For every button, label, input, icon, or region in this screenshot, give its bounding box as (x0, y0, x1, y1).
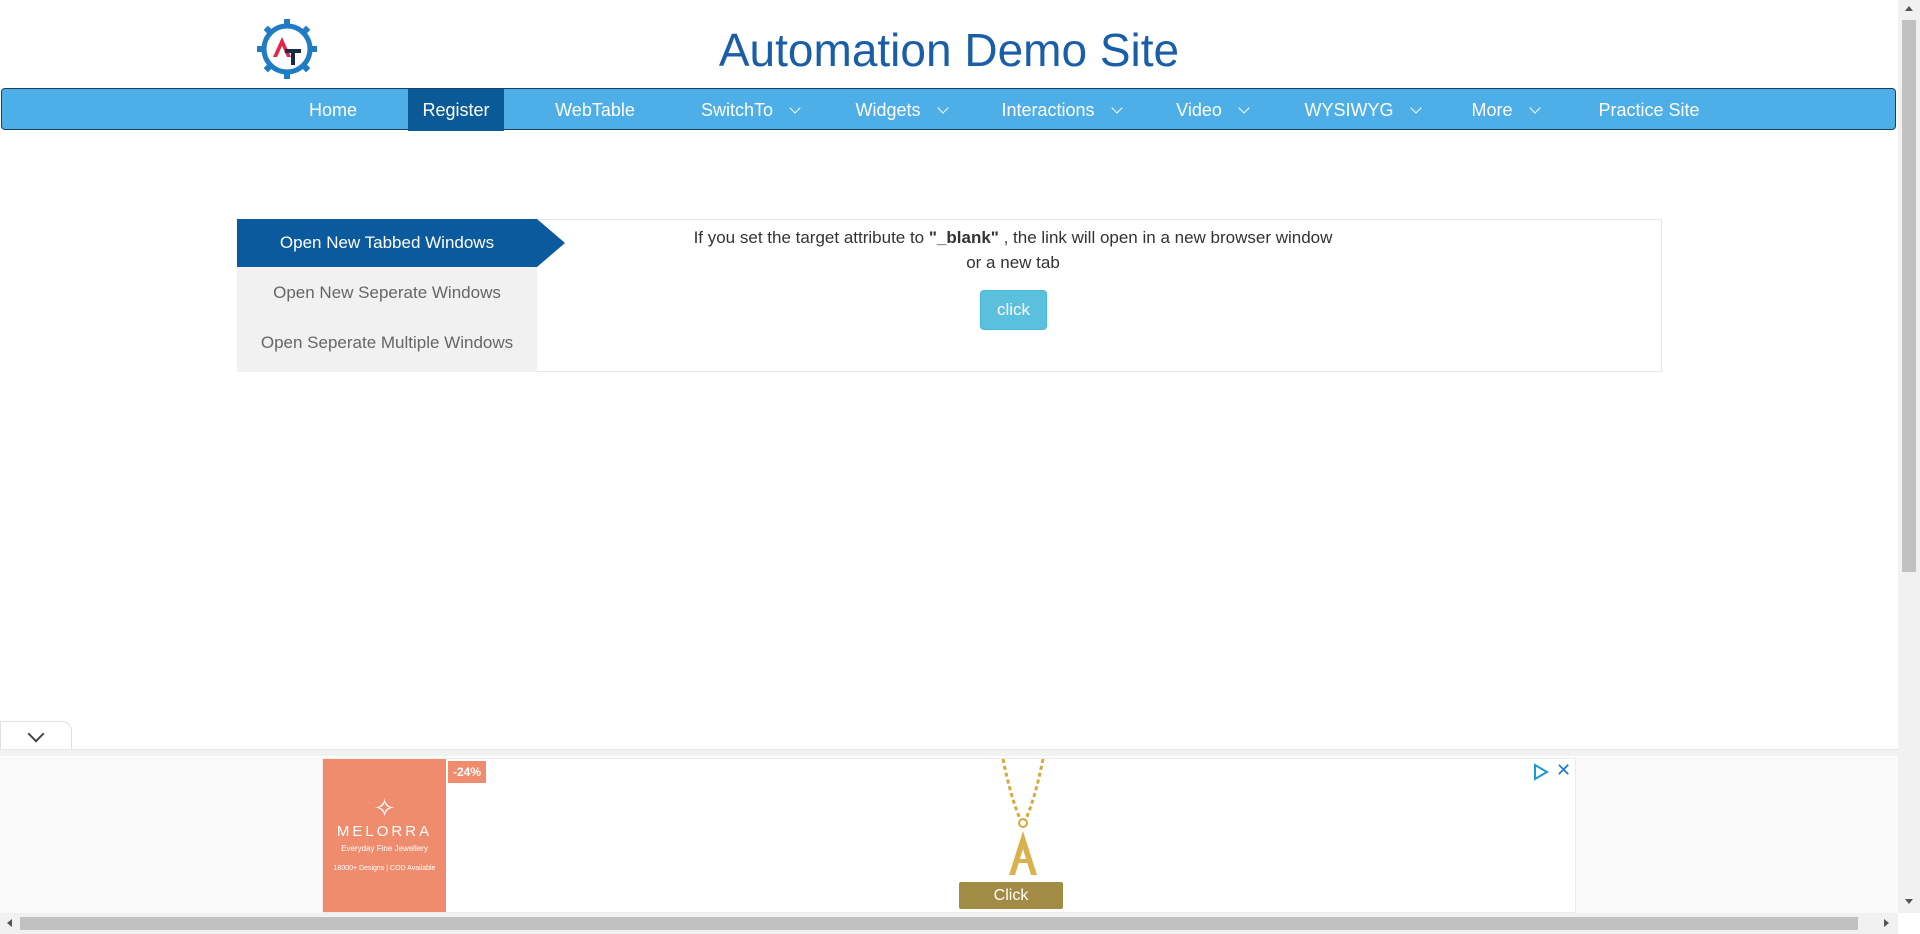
windows-tab-list: Open New Tabbed Windows Open New Seperat… (237, 219, 565, 372)
nav-webtable-label: WebTable (555, 100, 635, 120)
chevron-down-icon (1528, 102, 1541, 114)
adchoices-icon[interactable] (1532, 763, 1550, 781)
ad-brand-panel[interactable]: ✧ MELORRA Everyday Fine Jewellery 18000+… (323, 759, 446, 912)
ad-brand-meta-2: COD Available (390, 865, 436, 872)
nav-webtable[interactable]: WebTable (542, 89, 648, 131)
brand-star-icon: ✧ (373, 793, 396, 823)
ad-brand-meta-1: 18000+ Designs (333, 865, 385, 872)
nav-home[interactable]: Home (290, 89, 376, 131)
site-title: Automation Demo Site (718, 24, 1180, 76)
vertical-scroll-thumb[interactable] (1902, 20, 1916, 572)
nav-switchto-label: SwitchTo (700, 100, 774, 120)
nav-home-label: Home (308, 100, 357, 120)
nav-interactions-label: Interactions (1001, 100, 1095, 120)
page: Automation Demo Site Home Register WebTa… (0, 0, 1898, 913)
ad-brand-meta: 18000+ Designs | COD Available (333, 865, 436, 872)
nav-register-label: Register (422, 100, 490, 120)
horizontal-scroll-thumb[interactable] (20, 917, 1858, 930)
pendant-image-icon[interactable] (983, 759, 1063, 879)
description-suffix: , the link will open in a new browser wi… (998, 228, 1333, 247)
nav-practice-site[interactable]: Practice Site (1585, 89, 1713, 131)
tab-open-seperate-multiple-windows[interactable]: Open Seperate Multiple Windows (237, 319, 537, 367)
main-navbar: Home Register WebTable SwitchTo Widgets … (1, 88, 1896, 131)
horizontal-scrollbar[interactable] (0, 913, 1898, 934)
chevron-down-icon (1238, 102, 1250, 114)
ad-banner[interactable]: ✧ MELORRA Everyday Fine Jewellery 18000+… (322, 758, 1576, 913)
tab-open-new-tabbed-windows[interactable]: Open New Tabbed Windows (237, 219, 565, 267)
chevron-down-icon (789, 102, 801, 114)
nav-video-label: Video (1176, 100, 1222, 120)
close-icon[interactable]: ✕ (1556, 760, 1572, 780)
nav-wysiwyg-label: WYSIWYG (1304, 100, 1394, 120)
nav-video[interactable]: Video (1162, 89, 1262, 131)
description-line-2: or a new tab (966, 253, 1060, 272)
nav-interactions[interactable]: Interactions (988, 89, 1134, 131)
scroll-down-arrow-icon[interactable] (1905, 899, 1913, 904)
nav-register[interactable]: Register (408, 89, 504, 131)
scroll-left-arrow-icon[interactable] (7, 919, 12, 927)
chevron-down-icon (1110, 102, 1123, 114)
chevron-down-icon (1409, 102, 1422, 114)
ad-brand-name: MELORRA (336, 823, 433, 840)
nav-practice-site-label: Practice Site (1598, 100, 1700, 120)
vertical-scrollbar[interactable] (1898, 0, 1920, 913)
nav-switchto[interactable]: SwitchTo (685, 89, 815, 131)
nav-widgets[interactable]: Widgets (838, 89, 964, 131)
chevron-down-icon (936, 102, 949, 114)
nav-wysiwyg[interactable]: WYSIWYG (1293, 89, 1431, 131)
open-tab-click-button[interactable]: click (980, 290, 1047, 330)
ad-click-button[interactable]: Click (959, 882, 1063, 909)
tab-open-new-seperate-windows[interactable]: Open New Seperate Windows (237, 269, 537, 317)
ad-divider (0, 749, 1898, 756)
nav-more[interactable]: More (1460, 89, 1550, 131)
chevron-down-icon (27, 725, 45, 743)
scroll-right-arrow-icon[interactable] (1884, 919, 1889, 927)
nav-widgets-label: Widgets (855, 100, 921, 120)
ad-collapse-toggle[interactable] (0, 721, 72, 751)
description-bold: "_blank" (928, 228, 999, 247)
nav-more-label: More (1471, 100, 1513, 120)
tab-description: If you set the target attribute to "_bla… (660, 225, 1366, 275)
ad-brand-tagline: Everyday Fine Jewellery (341, 844, 428, 853)
description-prefix: If you set the target attribute to (693, 228, 929, 247)
scroll-up-arrow-icon[interactable] (1905, 6, 1913, 11)
ad-discount-badge: -24% (448, 761, 486, 783)
